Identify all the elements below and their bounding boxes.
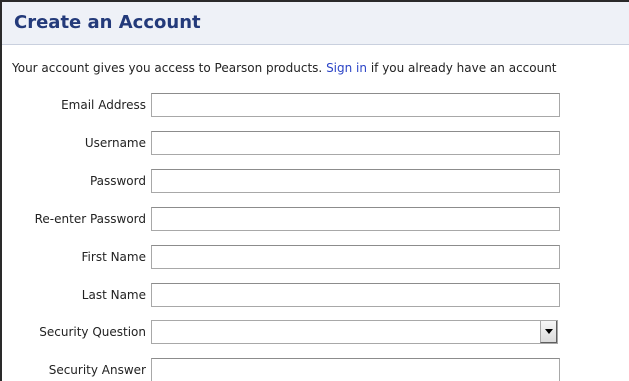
- last-name-label: Last Name: [81, 288, 146, 302]
- form-row-email: Email Address: [0, 93, 629, 119]
- password-label: Password: [89, 174, 146, 188]
- first-name-field[interactable]: [151, 245, 560, 269]
- password-field[interactable]: [151, 169, 560, 193]
- intro-prefix: Your account gives you access to Pearson…: [12, 61, 327, 75]
- security-answer-label: Security Answer: [48, 363, 146, 377]
- email-label: Email Address: [61, 98, 146, 112]
- form-row-password: Password: [0, 169, 629, 195]
- username-field[interactable]: [151, 131, 560, 155]
- reenter-password-field[interactable]: [151, 207, 560, 231]
- email-field[interactable]: [151, 93, 560, 117]
- username-label: Username: [84, 136, 146, 150]
- form-row-username: Username: [0, 131, 629, 157]
- security-question-dropdown-button[interactable]: [540, 321, 557, 343]
- intro-text: Your account gives you access to Pearson…: [12, 61, 557, 75]
- form-row-security-answer: Security Answer: [0, 358, 629, 381]
- security-question-label: Security Question: [39, 325, 146, 339]
- intro-suffix: if you already have an account: [367, 61, 557, 75]
- chevron-down-icon: [545, 329, 553, 334]
- security-question-select[interactable]: [151, 320, 558, 344]
- form-row-first-name: First Name: [0, 245, 629, 271]
- sign-in-link[interactable]: Sign in: [326, 61, 367, 75]
- reenter-password-label: Re-enter Password: [34, 212, 146, 226]
- form-row-security-question: Security Question: [0, 320, 629, 346]
- form-row-last-name: Last Name: [0, 283, 629, 309]
- page-title: Create an Account: [14, 12, 201, 33]
- title-bar: Create an Account: [2, 2, 629, 45]
- last-name-field[interactable]: [151, 283, 560, 307]
- form-row-reenter-password: Re-enter Password: [0, 207, 629, 233]
- first-name-label: First Name: [81, 250, 146, 264]
- security-answer-field[interactable]: [151, 358, 560, 381]
